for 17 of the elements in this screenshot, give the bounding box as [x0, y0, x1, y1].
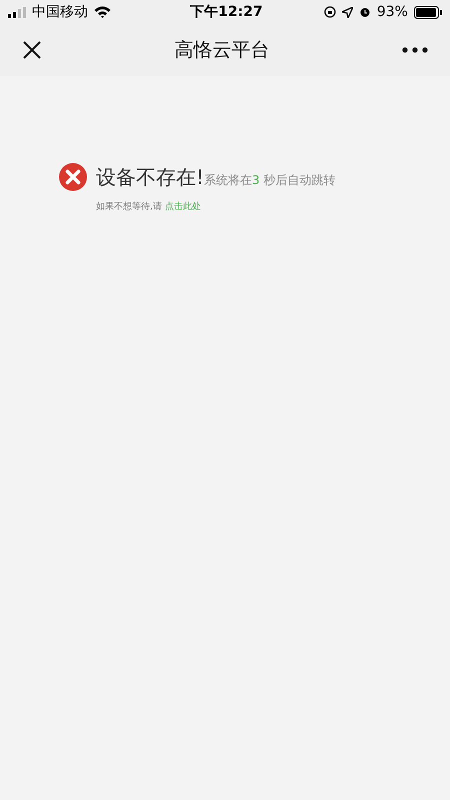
error-icon [58, 162, 88, 192]
battery-icon [414, 6, 442, 18]
wifi-icon [94, 6, 111, 18]
more-button[interactable] [402, 47, 428, 53]
battery-percent: 93% [376, 4, 408, 20]
hint-text: 如果不想等待,请 [96, 200, 162, 213]
clock-time: 下午12:27 [190, 3, 263, 21]
click-here-link[interactable]: 点击此处 [164, 200, 201, 213]
error-title: 设备不存在! [96, 164, 204, 190]
alarm-clock-icon [358, 6, 371, 18]
location-arrow-icon [342, 6, 353, 18]
carrier-name: 中国移动 [32, 3, 88, 21]
close-button[interactable] [22, 40, 42, 60]
countdown-text: 系统将在3 秒后自动跳转 [204, 172, 336, 188]
page-title: 高恪云平台 [174, 38, 270, 63]
signal-icon [8, 6, 26, 18]
rotation-lock-icon [324, 6, 336, 18]
